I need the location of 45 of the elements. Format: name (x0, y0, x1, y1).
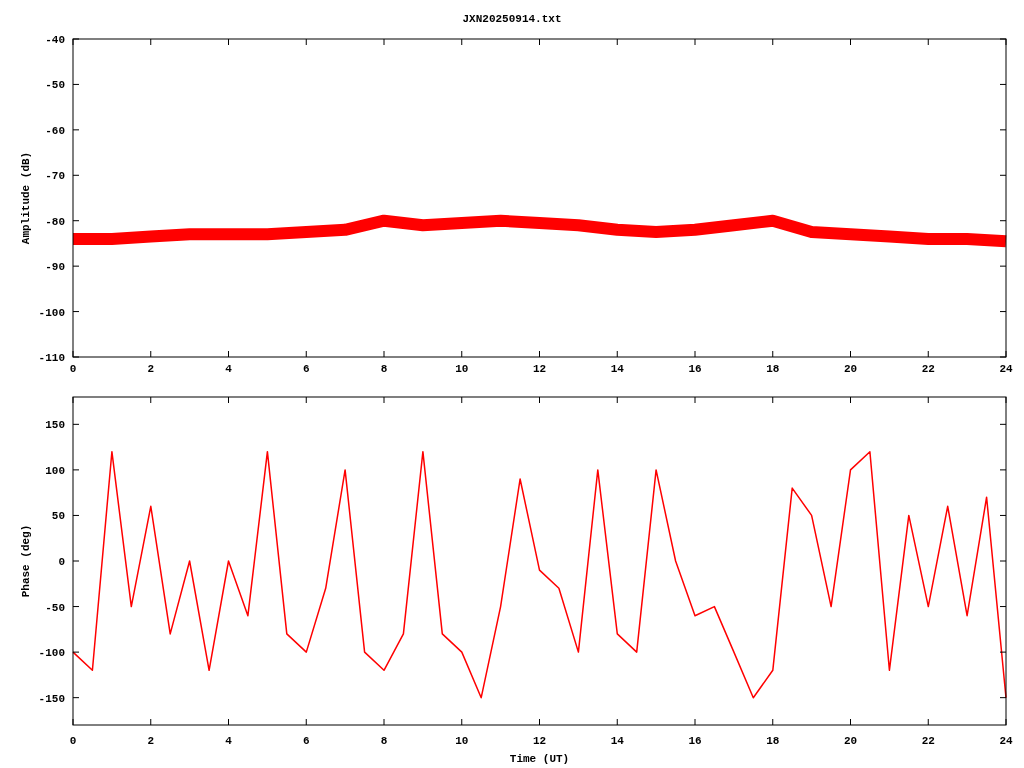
x-tick-label: 24 (999, 363, 1013, 375)
x-tick-label: 12 (532, 735, 547, 747)
x-tick-label: 0 (69, 363, 77, 375)
y-tick-label: -50 (45, 79, 65, 92)
y-tick-label: -90 (45, 261, 65, 274)
x-tick-label: 10 (455, 735, 469, 747)
y-tick-label: -50 (45, 601, 65, 614)
x-tick-label: 4 (225, 735, 232, 747)
x-tick-label: 22 (921, 363, 935, 375)
x-tick-label: 24 (999, 735, 1013, 747)
plot-title: JXN20250914.txt (462, 14, 562, 25)
y-tick-label: 50 (51, 510, 65, 523)
x-tick-label: 2 (147, 363, 155, 375)
y-tick-label: -80 (45, 215, 65, 228)
x-tick-label: 18 (766, 735, 780, 747)
y-tick-label: -70 (45, 170, 65, 183)
x-tick-label: 22 (921, 735, 935, 747)
y-tick-label: -100 (38, 647, 65, 660)
y-tick-label: -40 (45, 34, 65, 46)
y-axis-label: Amplitude (dB) (20, 151, 32, 245)
y-tick-label: -100 (38, 306, 65, 319)
x-tick-label: 20 (843, 735, 858, 747)
x-tick-label: 16 (688, 735, 702, 747)
y-tick-label: 0 (58, 556, 65, 568)
x-tick-label: 6 (302, 363, 310, 375)
y-axis-label: Phase (deg) (20, 524, 32, 598)
y-tick-label: -150 (38, 692, 65, 705)
x-tick-label: 10 (455, 363, 469, 375)
y-tick-label: 150 (45, 419, 65, 432)
y-tick-label: 100 (45, 464, 65, 477)
x-tick-label: 8 (380, 363, 388, 375)
x-tick-label: 16 (688, 363, 702, 375)
x-tick-label: 20 (843, 363, 858, 375)
x-tick-label: 6 (302, 735, 310, 747)
x-tick-label: 0 (69, 735, 77, 747)
x-tick-label: 4 (225, 363, 232, 375)
x-tick-label: 8 (380, 735, 388, 747)
x-tick-label: 14 (610, 363, 624, 375)
x-tick-label: 18 (766, 363, 780, 375)
y-tick-label: -60 (45, 124, 65, 137)
x-tick-label: 2 (147, 735, 155, 747)
y-tick-label: -110 (38, 352, 65, 364)
x-tick-label: 12 (532, 363, 547, 375)
x-axis-label: Time (UT) (509, 753, 570, 765)
x-tick-label: 14 (610, 735, 624, 747)
